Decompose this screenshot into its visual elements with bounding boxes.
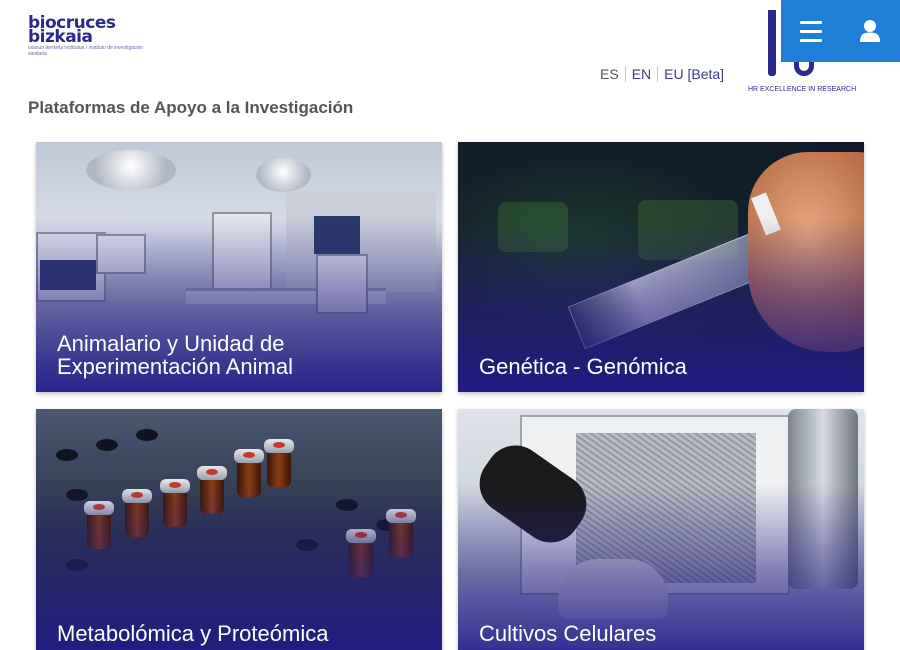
biocruces-logo[interactable]: biocruces bizkaia osasun ikerketa instit… <box>28 15 148 58</box>
hr-badge-text: HR EXCELLENCE IN RESEARCH <box>748 86 857 93</box>
card-metabolomica[interactable]: Metabolómica y Proteómica <box>36 409 442 650</box>
card-title: Metabolómica y Proteómica <box>57 621 329 646</box>
user-button[interactable] <box>850 11 890 51</box>
hr-logo-mark <box>768 10 776 76</box>
section-title: Plataformas de Apoyo a la Investigación <box>28 98 354 117</box>
lang-eu-link[interactable]: EU [Beta] <box>657 66 730 82</box>
lang-es-link[interactable]: ES <box>600 66 625 82</box>
page: biocruces bizkaia osasun ikerketa instit… <box>0 0 900 650</box>
lang-en-link[interactable]: EN <box>624 66 657 82</box>
card-animalario[interactable]: Animalario y Unidad de Experimentación A… <box>36 142 442 392</box>
card-cultivos[interactable]: Cultivos Celulares <box>458 409 864 650</box>
top-action-bar <box>781 0 900 62</box>
user-icon <box>860 20 881 42</box>
logo-tagline: osasun ikerketa institutua / instituto d… <box>28 45 144 57</box>
card-title: Animalario y Unidad de Experimentación A… <box>57 331 294 379</box>
language-switcher: ES EN EU [Beta] <box>600 66 730 82</box>
hamburger-menu-icon <box>799 20 822 24</box>
card-genetica[interactable]: Genética - Genómica <box>458 142 864 392</box>
card-title: Genética - Genómica <box>479 354 687 379</box>
logo-line2: bizkaia <box>28 27 93 47</box>
menu-button[interactable] <box>791 11 831 51</box>
card-title: Cultivos Celulares <box>479 621 657 646</box>
